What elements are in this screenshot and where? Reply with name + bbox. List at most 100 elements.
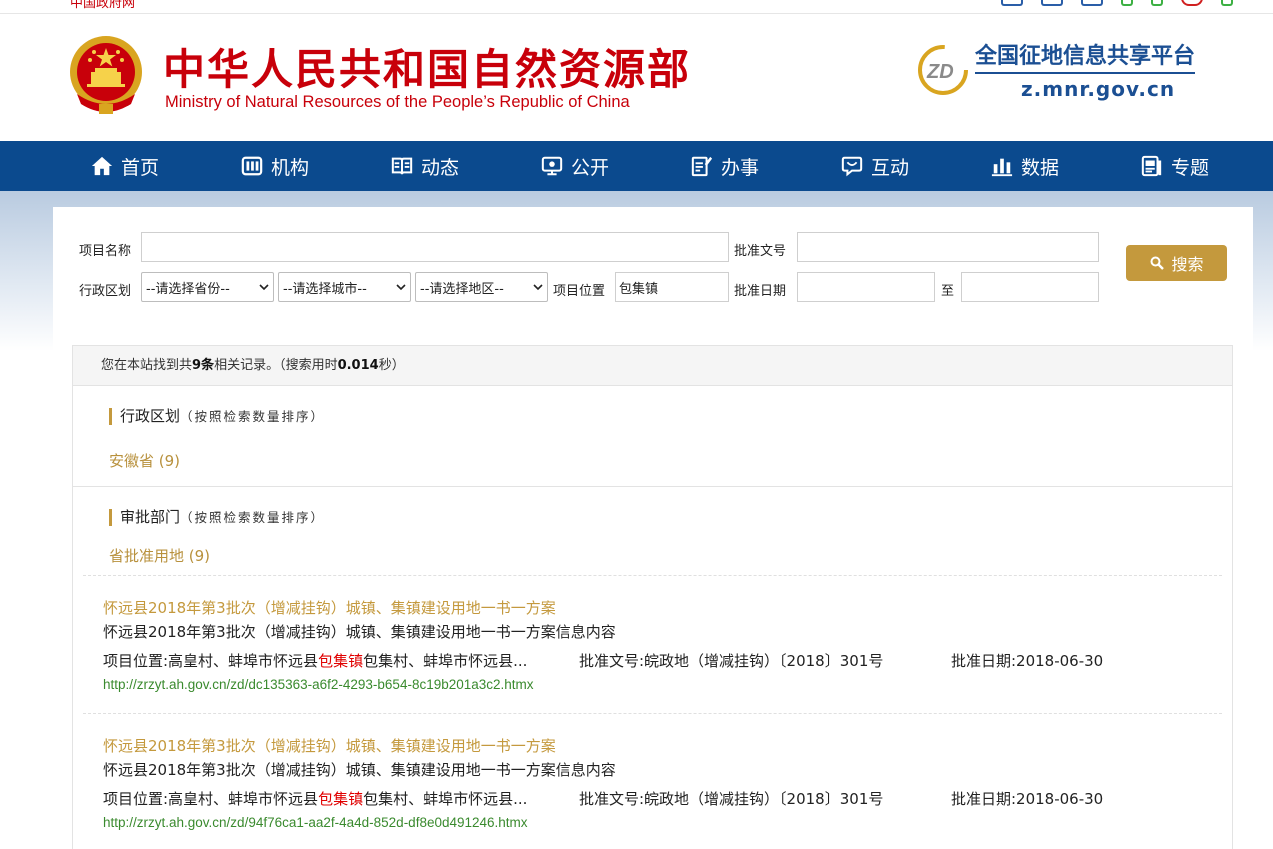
date-to-label: 至 [941,284,955,299]
date-from-input[interactable] [797,272,935,302]
region-label: 行政区划 [79,284,132,299]
site-header: 中华人民共和国自然资源部 Ministry of Natural Resourc… [0,14,1273,141]
facet-hint: （按照检索数量排序） [180,510,326,525]
approval-date-label: 批准日期 [734,284,787,299]
wechat-icon[interactable] [1221,0,1233,6]
ministry-title-cn: 中华人民共和国自然资源部 [163,45,692,94]
platform-url[interactable]: z.mnr.gov.cn [1021,77,1175,101]
monitor-icon [541,156,563,176]
city-select[interactable]: --请选择城市-- [278,272,411,302]
result-count: 9条 [192,358,215,373]
nav-item-org[interactable]: 机构 [241,141,309,191]
nav-item-interact[interactable]: 互动 [841,141,909,191]
facet-hint: （按照检索数量排序） [180,409,326,424]
result-location: 项目位置:高皇村、蚌埠市怀远县包集镇包集村、蚌埠市怀远县... [103,788,527,809]
nav-label: 专题 [1171,156,1210,179]
province-select[interactable]: --请选择省份-- [141,272,274,302]
result-url-link[interactable]: http://zrzyt.ah.gov.cn/zd/dc135363-a6f2-… [103,677,534,692]
project-name-input[interactable] [141,232,729,262]
divider [83,713,1222,714]
result-approval-no: 批准文号:皖政地（增减挂钩）〔2018〕301号 [579,652,884,670]
svg-text:ZD: ZD [926,61,954,83]
date-to-input[interactable] [961,272,1099,302]
location-suffix: 包集村、蚌埠市怀远县... [363,790,528,808]
news-icon [391,157,413,175]
approval-no-label: 批准文号 [734,244,787,259]
top-strip: 中国政府网 [0,0,1273,14]
result-description: 怀远县2018年第3批次（增减挂钩）城镇、集镇建设用地一书一方案信息内容 [103,623,616,641]
nav-item-services[interactable]: 办事 [691,141,759,191]
accessibility-icon[interactable] [1081,0,1103,6]
result-title-link[interactable]: 怀远县2018年第3批次（增减挂钩）城镇、集镇建设用地一书一方案 [103,597,556,618]
result-url-link[interactable]: http://zrzyt.ah.gov.cn/zd/94f76ca1-aa2f-… [103,815,528,830]
result-description: 怀远县2018年第3批次（增减挂钩）城镇、集镇建设用地一书一方案信息内容 [103,761,616,779]
nav-item-public[interactable]: 公开 [541,141,609,191]
facet-title: 行政区划（按照检索数量排序） [109,408,325,425]
weibo-icon[interactable] [1181,0,1203,6]
summary-middle: 相关记录。（搜索用时 [214,358,338,373]
nav-item-home[interactable]: 首页 [91,141,159,191]
facet-title: 审批部门（按照检索数量排序） [109,509,325,526]
result-location: 项目位置:高皇村、蚌埠市怀远县包集镇包集村、蚌埠市怀远县... [103,650,527,671]
platform-name: 全国征地信息共享平台 [975,38,1196,74]
summary-prefix: 您在本站找到共 [101,358,193,373]
result-approval-date: 批准日期:2018-06-30 [951,790,1104,808]
search-time: 0.014 [337,358,379,373]
nav-label: 数据 [1021,156,1060,179]
location-highlight: 包集镇 [318,790,364,808]
results-container: 您在本站找到共9条相关记录。（搜索用时0.014秒） 行政区划（按照检索数量排序… [72,345,1233,849]
chevron-down-icon [259,284,269,291]
ministry-title-en: Ministry of Natural Resources of the Peo… [165,93,630,111]
location-input[interactable] [615,272,729,302]
nav-label: 动态 [421,156,460,179]
result-item: 怀远县2018年第3批次（增减挂钩）城镇、集镇建设用地一书一方案 怀远县2018… [73,575,1232,713]
results-summary: 您在本站找到共9条相关记录。（搜索用时0.014秒） [73,346,1232,386]
chevron-down-icon [396,284,406,291]
facet-department: 审批部门（按照检索数量排序） 省批准用地 (9) [73,487,1232,575]
user-icon[interactable] [1001,0,1023,6]
district-select[interactable]: --请选择地区-- [415,272,548,302]
approval-no-input[interactable] [797,232,1099,262]
location-prefix: 项目位置:高皇村、蚌埠市怀远县 [103,790,319,808]
search-panel: 项目名称 批准文号 行政区划 --请选择省份-- --请选择城市-- --请选择… [53,207,1253,849]
search-button[interactable]: 搜索 [1126,245,1227,281]
search-icon [1150,256,1165,270]
bar-chart-icon [991,158,1013,177]
facet-title-text: 审批部门 [120,508,181,526]
phone-icon[interactable] [1151,0,1163,6]
nav-item-topics[interactable]: 专题 [1141,141,1209,191]
result-approval-no: 批准文号:皖政地（增减挂钩）〔2018〕301号 [579,790,884,808]
nav-label: 公开 [571,156,610,179]
summary-suffix: 秒） [378,358,405,373]
national-emblem-icon[interactable] [67,34,145,116]
divider [83,575,1222,576]
nav-item-news[interactable]: 动态 [391,141,459,191]
mobile-icon[interactable] [1121,0,1133,6]
facet-item-provincial[interactable]: 省批准用地 (9) [109,545,210,566]
result-title-link[interactable]: 怀远县2018年第3批次（增减挂钩）城镇、集镇建设用地一书一方案 [103,735,556,756]
topic-icon [1141,155,1162,177]
chevron-down-icon [533,284,543,291]
gov-link[interactable]: 中国政府网 [70,0,135,11]
top-icons [1001,0,1233,6]
district-select-value: --请选择地区-- [420,281,504,297]
project-name-label: 项目名称 [79,244,132,259]
city-select-value: --请选择城市-- [283,281,367,297]
edit-icon [691,156,713,177]
result-approval-date: 批准日期:2018-06-30 [951,652,1104,670]
location-prefix: 项目位置:高皇村、蚌埠市怀远县 [103,652,319,670]
facet-title-text: 行政区划 [120,407,181,425]
nav-label: 互动 [871,156,910,179]
nav-label: 首页 [121,156,160,179]
nav-label: 办事 [721,156,760,179]
search-button-label: 搜索 [1171,255,1204,274]
location-highlight: 包集镇 [318,652,364,670]
result-item: 怀远县2018年第3批次（增减挂钩）城镇、集镇建设用地一书一方案 怀远县2018… [73,713,1232,849]
facet-item-anhui[interactable]: 安徽省 (9) [109,450,180,471]
mail-icon[interactable] [1041,0,1063,6]
home-icon [91,156,113,176]
main-nav: 首页 机构 动态 公开 办事 互动 数据 专题 [0,141,1273,191]
nav-item-data[interactable]: 数据 [991,141,1059,191]
zd-logo-icon[interactable]: ZD [917,44,969,96]
org-icon [241,156,263,176]
